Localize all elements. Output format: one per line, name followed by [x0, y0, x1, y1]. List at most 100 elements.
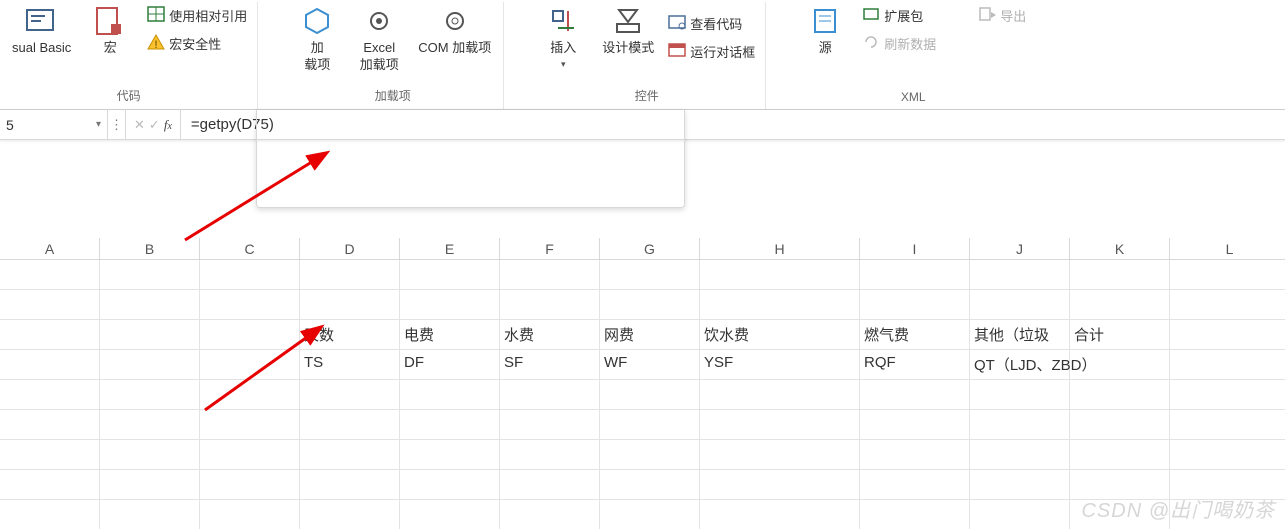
cell[interactable] — [100, 290, 200, 320]
fx-icon[interactable]: fx — [164, 117, 172, 133]
cell[interactable] — [100, 260, 200, 290]
cell[interactable] — [400, 380, 500, 410]
cell[interactable] — [300, 380, 400, 410]
col-header-B[interactable]: B — [100, 238, 200, 260]
col-header-H[interactable]: H — [700, 238, 860, 260]
cell[interactable] — [700, 500, 860, 529]
cell[interactable]: 天数 — [300, 320, 400, 350]
col-header-L[interactable]: L — [1170, 238, 1285, 260]
formula-input[interactable]: =getpy(D75) — [181, 110, 1285, 139]
cell[interactable] — [0, 500, 100, 529]
cell[interactable] — [970, 470, 1070, 500]
cell[interactable] — [300, 470, 400, 500]
cell[interactable]: 网费 — [600, 320, 700, 350]
spreadsheet[interactable]: ABCDEFGHIJKL 天数电费水费网费饮水费燃气费其他（垃圾合计TSDFSF… — [0, 238, 1285, 529]
cell[interactable] — [970, 440, 1070, 470]
cell[interactable] — [300, 440, 400, 470]
cell[interactable] — [100, 500, 200, 529]
cell[interactable] — [100, 440, 200, 470]
cell[interactable] — [200, 290, 300, 320]
accept-icon[interactable]: ✓ — [149, 117, 160, 133]
cell[interactable] — [0, 470, 100, 500]
cell[interactable] — [970, 410, 1070, 440]
cell[interactable] — [400, 260, 500, 290]
addin-button[interactable]: 加 载项 — [288, 2, 346, 76]
grid-rows[interactable]: 天数电费水费网费饮水费燃气费其他（垃圾合计TSDFSFWFYSFRQFQT（LJ… — [0, 260, 1285, 529]
run-dialog-button[interactable]: 运行对话框 — [664, 40, 759, 62]
cell[interactable] — [1170, 440, 1285, 470]
col-header-A[interactable]: A — [0, 238, 100, 260]
cell[interactable] — [400, 290, 500, 320]
cell[interactable] — [860, 500, 970, 529]
cell[interactable] — [1070, 410, 1170, 440]
cell[interactable] — [1070, 350, 1170, 380]
cell[interactable] — [0, 440, 100, 470]
cell[interactable] — [860, 440, 970, 470]
cell[interactable] — [1170, 290, 1285, 320]
cell[interactable] — [0, 350, 100, 380]
cell[interactable] — [0, 290, 100, 320]
com-addin-button[interactable]: COM 加载项 — [412, 2, 497, 59]
cell[interactable] — [500, 260, 600, 290]
cell[interactable] — [200, 500, 300, 529]
name-box[interactable]: 5 ▾ — [0, 110, 108, 139]
cell[interactable] — [1170, 260, 1285, 290]
cancel-icon[interactable]: ✕ — [134, 117, 145, 133]
cell[interactable] — [600, 410, 700, 440]
cell[interactable] — [1170, 410, 1285, 440]
cell[interactable] — [600, 260, 700, 290]
cell[interactable] — [700, 260, 860, 290]
cell[interactable] — [1070, 260, 1170, 290]
cell[interactable] — [860, 470, 970, 500]
cell[interactable] — [1070, 380, 1170, 410]
col-header-C[interactable]: C — [200, 238, 300, 260]
cell[interactable] — [970, 290, 1070, 320]
cell[interactable]: WF — [600, 350, 700, 380]
source-button[interactable]: 源 — [796, 2, 854, 59]
cell[interactable] — [500, 440, 600, 470]
cell[interactable]: QT（LJD、ZBD） — [970, 350, 1070, 380]
col-header-K[interactable]: K — [1070, 238, 1170, 260]
cell[interactable] — [500, 470, 600, 500]
cell[interactable]: DF — [400, 350, 500, 380]
cell[interactable] — [1070, 440, 1170, 470]
col-header-E[interactable]: E — [400, 238, 500, 260]
col-header-J[interactable]: J — [970, 238, 1070, 260]
col-header-I[interactable]: I — [860, 238, 970, 260]
cell[interactable]: 合计 — [1070, 320, 1170, 350]
ext-pack-button[interactable]: 扩展包 — [858, 4, 940, 26]
cell[interactable] — [1070, 290, 1170, 320]
cell[interactable] — [400, 500, 500, 529]
col-header-F[interactable]: F — [500, 238, 600, 260]
cell[interactable] — [0, 410, 100, 440]
cell[interactable] — [200, 320, 300, 350]
cell[interactable] — [400, 470, 500, 500]
cell[interactable] — [200, 380, 300, 410]
cell[interactable] — [100, 470, 200, 500]
cell[interactable] — [300, 290, 400, 320]
cell[interactable] — [200, 470, 300, 500]
chevron-down-icon[interactable]: ▾ — [96, 119, 101, 130]
cell[interactable] — [1170, 320, 1285, 350]
cell[interactable] — [860, 260, 970, 290]
cell[interactable] — [600, 290, 700, 320]
cell[interactable] — [700, 290, 860, 320]
drag-handle[interactable]: ⋮ — [108, 110, 126, 139]
cell[interactable] — [0, 380, 100, 410]
cell[interactable] — [860, 290, 970, 320]
cell[interactable] — [1170, 350, 1285, 380]
cell[interactable] — [970, 380, 1070, 410]
col-header-D[interactable]: D — [300, 238, 400, 260]
col-header-G[interactable]: G — [600, 238, 700, 260]
cell[interactable] — [100, 320, 200, 350]
cell[interactable] — [200, 260, 300, 290]
cell[interactable] — [400, 410, 500, 440]
cell[interactable]: 饮水费 — [700, 320, 860, 350]
cell[interactable] — [600, 500, 700, 529]
cell[interactable] — [500, 500, 600, 529]
cell[interactable] — [0, 260, 100, 290]
macro-security-button[interactable]: ! 宏安全性 — [143, 32, 251, 54]
cell[interactable]: SF — [500, 350, 600, 380]
cell[interactable] — [100, 410, 200, 440]
cell[interactable]: TS — [300, 350, 400, 380]
